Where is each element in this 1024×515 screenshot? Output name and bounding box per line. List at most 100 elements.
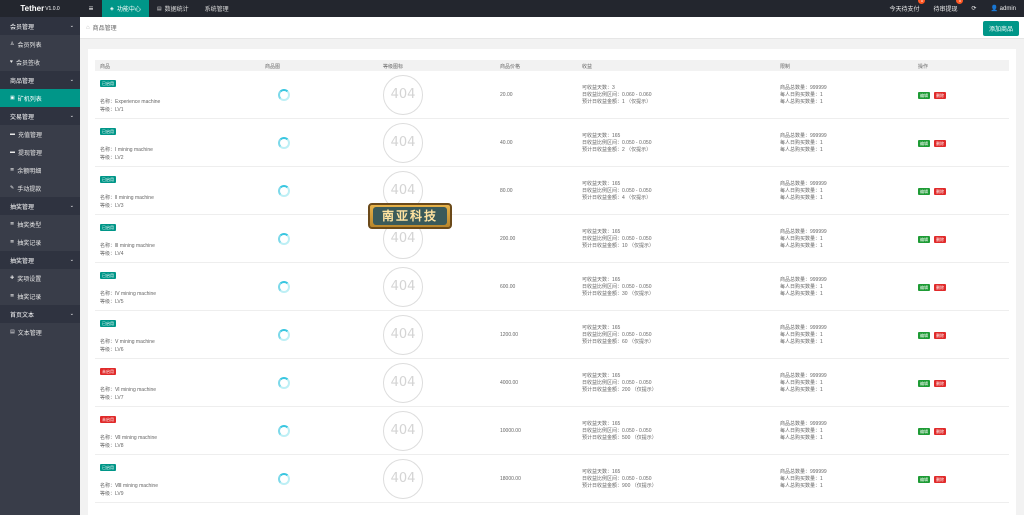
sidebar-group[interactable]: 抽奖管理 ⌄ <box>0 197 80 215</box>
add-product-button[interactable]: 添加商品 <box>982 21 1019 36</box>
sidebar-item[interactable]: ≣ 抽奖记录 <box>0 287 80 305</box>
th-image: 商品图 <box>265 64 281 70</box>
list-icon: ≣ <box>10 293 15 299</box>
delete-button[interactable]: 删除 <box>934 92 946 99</box>
income-info: 可收益天数：165 日收益比例区间：0.050 - 0.050 预计日收益金额：20… <box>582 373 657 394</box>
delete-button[interactable]: 删除 <box>934 140 946 147</box>
table-row: 已启用 名称：Ⅱ mining machine 等级：LV3 404 80.00 可收益天… <box>95 167 1009 215</box>
product-name: 名称：Ⅱ mining machine <box>100 195 154 201</box>
loading-spinner-icon <box>278 233 290 245</box>
sidebar-item[interactable]: ▬ 充值管理 <box>0 125 80 143</box>
income-line: 可收益天数：3 <box>582 85 615 91</box>
row-actions: 编辑 删除 <box>918 380 946 387</box>
th-limit: 限制 <box>780 64 791 70</box>
delete-button[interactable]: 删除 <box>934 236 946 243</box>
delete-button[interactable]: 删除 <box>934 332 946 339</box>
top-nav-item-0[interactable]: ◈ 功能中心 <box>102 0 149 17</box>
sidebar-item[interactable]: ▬ 提现管理 <box>0 143 80 161</box>
sidebar-item[interactable]: ▣ 矿机列表 <box>0 89 80 107</box>
product-level: 等级：LV5 <box>100 299 124 305</box>
sidebar-item[interactable]: ▤ 文本管理 <box>0 323 80 341</box>
top-nav-label: 系统管理 <box>204 7 229 13</box>
edit-button[interactable]: 编辑 <box>918 332 930 339</box>
limit-info: 商品总数量：999999 每人日购买数量：1 每人总购买数量：1 <box>780 469 827 490</box>
user-menu[interactable]: 👤 admin <box>991 5 1017 12</box>
loading-spinner-icon <box>278 137 290 149</box>
income-line: 可收益天数：165 <box>582 373 621 379</box>
pending-withdraw-link[interactable]: 待审提现 0 <box>933 0 964 13</box>
sidebar-group[interactable]: 交易管理 ⌄ <box>0 107 80 125</box>
status-badge: 已启用 <box>100 320 116 327</box>
edit-button[interactable]: 编辑 <box>918 380 930 387</box>
product-price: 4000.00 <box>500 380 519 386</box>
edit-button[interactable]: 编辑 <box>918 188 930 195</box>
top-nav-item-2[interactable]: 系统管理 <box>197 0 237 17</box>
status-badge: 未启用 <box>100 368 116 375</box>
limit-line: 商品总数量：999999 <box>780 469 827 475</box>
refresh-icon[interactable]: ⟳ <box>971 5 976 12</box>
product-level: 等级：LV8 <box>100 443 124 449</box>
edit-button[interactable]: 编辑 <box>918 140 930 147</box>
product-price: 600.00 <box>500 284 516 290</box>
pending-payment-link[interactable]: 今天待支付 0 <box>889 0 926 13</box>
heart-icon: ♥ <box>10 59 13 65</box>
edit-button[interactable]: 编辑 <box>918 284 930 291</box>
top-nav-item-1[interactable]: ▤ 数据统计 <box>149 0 197 17</box>
table-row: 已启用 名称：Ⅰ mining machine 等级：LV2 404 40.00 可收益天… <box>95 119 1009 167</box>
delete-button[interactable]: 删除 <box>934 476 946 483</box>
loading-spinner-icon <box>278 89 290 101</box>
sidebar-item-label: 余额明细 <box>17 168 42 175</box>
edit-button[interactable]: 编辑 <box>918 92 930 99</box>
sidebar: 会员管理 ⌄ ♙ 会员列表 ♥ 会员签收 商品管理 ⌄ ▣ 矿机列表 交易管理 ⌄ ▬ 充值管理 ▬ 提现管理… <box>0 17 80 515</box>
sidebar-item-label: 矿机列表 <box>17 96 42 103</box>
edit-button[interactable]: 编辑 <box>918 476 930 483</box>
income-line: 预计日收益金额：60 （仅提示） <box>582 339 654 345</box>
income-line: 日收益比例区间：0.050 - 0.050 <box>582 188 652 194</box>
menu-toggle-icon[interactable]: ≡ <box>80 4 102 13</box>
table-row: 未启用 名称：Ⅶ mining machine 等级：LV8 404 10000.00 可… <box>95 407 1009 455</box>
sidebar-item[interactable]: ✚ 奖项设置 <box>0 269 80 287</box>
limit-line: 商品总数量：999999 <box>780 133 827 139</box>
sidebar-item[interactable]: ♙ 会员列表 <box>0 35 80 53</box>
sidebar-group[interactable]: 抽奖管理 ⌄ <box>0 251 80 269</box>
layers-icon: ◈ <box>110 5 114 12</box>
watermark-text: 南亚科技 <box>373 207 447 225</box>
delete-button[interactable]: 删除 <box>934 188 946 195</box>
app-version: V1.0.0 <box>45 5 60 12</box>
limit-info: 商品总数量：999999 每人日购买数量：1 每人总购买数量：1 <box>780 277 827 298</box>
edit-button[interactable]: 编辑 <box>918 236 930 243</box>
limit-line: 每人日购买数量：1 <box>780 284 823 290</box>
sidebar-item[interactable]: ≣ 余额明细 <box>0 161 80 179</box>
sidebar-group-label: 交易管理 <box>10 114 35 121</box>
status-badge: 已启用 <box>100 128 116 135</box>
sidebar-group[interactable]: 会员管理 ⌄ <box>0 17 80 35</box>
sidebar-group-label: 会员管理 <box>10 24 35 31</box>
chevron-down-icon: ⌄ <box>69 203 74 209</box>
delete-button[interactable]: 删除 <box>934 428 946 435</box>
product-price: 40.00 <box>500 140 513 146</box>
th-product: 商品 <box>100 64 111 70</box>
limit-line: 每人总购买数量：1 <box>780 147 823 153</box>
limit-line: 每人日购买数量：1 <box>780 236 823 242</box>
limit-info: 商品总数量：999999 每人日购买数量：1 每人总购买数量：1 <box>780 181 827 202</box>
level-image-placeholder: 404 <box>383 123 423 163</box>
sidebar-group[interactable]: 商品管理 ⌄ <box>0 71 80 89</box>
product-level: 等级：LV4 <box>100 251 124 257</box>
limit-line: 商品总数量：999999 <box>780 325 827 331</box>
card-icon: ▬ <box>10 131 15 137</box>
level-image-placeholder: 404 <box>383 267 423 307</box>
income-info: 可收益天数：165 日收益比例区间：0.050 - 0.050 预计日收益金额：90… <box>582 469 657 490</box>
income-line: 日收益比例区间：0.050 - 0.050 <box>582 284 652 290</box>
income-line: 日收益比例区间：0.060 - 0.060 <box>582 92 652 98</box>
delete-button[interactable]: 删除 <box>934 284 946 291</box>
sidebar-item[interactable]: ≣ 抽奖记录 <box>0 233 80 251</box>
delete-button[interactable]: 删除 <box>934 380 946 387</box>
sidebar-item[interactable]: ✎ 手动提款 <box>0 179 80 197</box>
edit-button[interactable]: 编辑 <box>918 428 930 435</box>
limit-line: 每人总购买数量：1 <box>780 387 823 393</box>
user-icon: ♙ <box>10 41 15 47</box>
sidebar-item[interactable]: ♥ 会员签收 <box>0 53 80 71</box>
sidebar-group[interactable]: 首页文本 ⌄ <box>0 305 80 323</box>
sidebar-item[interactable]: ≣ 抽奖类型 <box>0 215 80 233</box>
income-info: 可收益天数：165 日收益比例区间：0.050 - 0.050 预计日收益金额：60… <box>582 325 654 346</box>
